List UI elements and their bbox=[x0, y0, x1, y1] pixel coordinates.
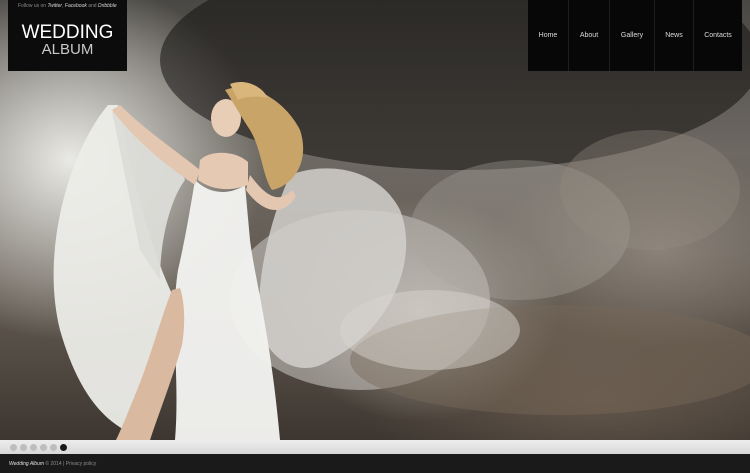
twitter-link[interactable]: Twitter bbox=[47, 3, 62, 9]
nav-item-home[interactable]: Home bbox=[528, 0, 568, 71]
nav-item-news[interactable]: News bbox=[654, 0, 693, 71]
nav-item-gallery[interactable]: Gallery bbox=[609, 0, 654, 71]
slider-dot[interactable] bbox=[60, 444, 67, 451]
nav-item-about[interactable]: About bbox=[568, 0, 609, 71]
footer-text: Wedding Album © 2014 | Privacy policy bbox=[9, 461, 96, 467]
slider-dot[interactable] bbox=[50, 444, 57, 451]
slider-dot[interactable] bbox=[10, 444, 17, 451]
privacy-policy-link[interactable]: Privacy policy bbox=[66, 461, 97, 467]
nav-item-contacts[interactable]: Contacts bbox=[693, 0, 742, 71]
slider-dot[interactable] bbox=[30, 444, 37, 451]
facebook-link[interactable]: Facebook bbox=[65, 3, 87, 9]
slider-dot[interactable] bbox=[20, 444, 27, 451]
footer-copyright: © 2014 | bbox=[45, 461, 65, 467]
footer-brand: Wedding Album bbox=[9, 461, 45, 467]
slider-dot[interactable] bbox=[40, 444, 47, 451]
logo-subtitle[interactable]: ALBUM bbox=[8, 42, 127, 58]
follow-and: and bbox=[88, 3, 97, 9]
logo-title[interactable]: WEDDING bbox=[8, 23, 127, 42]
follow-prefix: Follow us on bbox=[18, 3, 47, 9]
dribbble-link[interactable]: Dribbble bbox=[98, 3, 117, 9]
logo-panel: Follow us on Twitter, Facebook and Dribb… bbox=[8, 0, 127, 71]
slider-pagination bbox=[10, 444, 67, 451]
main-navigation: Home About Gallery News Contacts bbox=[528, 0, 742, 71]
slider-pagination-bar bbox=[0, 440, 750, 454]
social-follow-text: Follow us on Twitter, Facebook and Dribb… bbox=[18, 3, 117, 9]
footer: Wedding Album © 2014 | Privacy policy bbox=[0, 454, 750, 473]
